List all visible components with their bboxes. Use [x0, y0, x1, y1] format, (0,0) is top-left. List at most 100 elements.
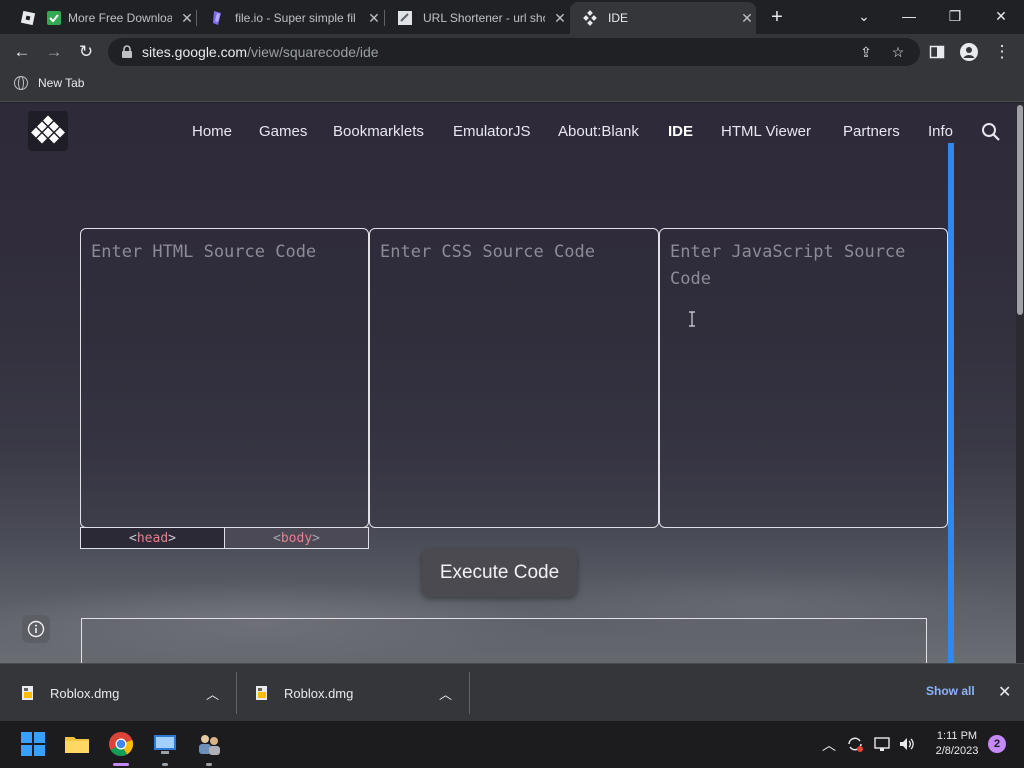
network-icon[interactable] [873, 735, 891, 753]
tab-title: IDE [608, 11, 629, 25]
js-placeholder: Enter JavaScript Source Code [670, 242, 906, 289]
tab-title: More Free Downloa [68, 11, 172, 25]
tab-title: URL Shortener - url sho [423, 11, 545, 25]
download-filename: Roblox.dmg [284, 685, 354, 701]
system-clock[interactable]: 1:11 PM 2/8/2023 [928, 729, 986, 759]
scrollbar-thumb[interactable] [1017, 105, 1023, 315]
tab-title: file.io - Super simple fil [235, 11, 356, 25]
close-tab-icon[interactable]: ✕ [551, 9, 569, 27]
nav-bookmarklets[interactable]: Bookmarklets [333, 123, 424, 140]
tag-close: > [312, 530, 320, 546]
close-tab-icon[interactable]: ✕ [178, 9, 196, 27]
tag-close: > [168, 530, 176, 546]
text-cursor-icon [689, 311, 695, 327]
new-tab-button[interactable]: + [766, 6, 788, 28]
tag-name: head [136, 530, 169, 546]
nav-info[interactable]: Info [928, 123, 953, 140]
fileio-icon [209, 10, 225, 26]
clock-time: 1:11 PM [936, 730, 978, 742]
notification-badge[interactable]: 2 [988, 735, 1006, 753]
nav-games[interactable]: Games [259, 123, 307, 140]
forward-button[interactable]: → [41, 39, 67, 65]
output-frame [81, 618, 927, 663]
sync-icon[interactable] [846, 735, 864, 753]
close-download-bar-icon[interactable]: ✕ [998, 682, 1011, 702]
file-icon [22, 686, 33, 700]
download-item-2[interactable]: Roblox.dmg [254, 664, 353, 722]
bookmark-star-icon[interactable]: ☆ [888, 42, 908, 62]
execute-code-button[interactable]: Execute Code [422, 549, 577, 597]
browser-tab-1[interactable]: More Free Downloa ✕ [8, 2, 196, 34]
search-icon[interactable] [980, 121, 1002, 143]
url-host: sites.google.com [142, 44, 248, 60]
url-path: /view/squarecode/ide [247, 44, 379, 60]
side-panel-icon[interactable] [924, 39, 950, 65]
nav-ide[interactable]: IDE [668, 123, 693, 140]
file-explorer-icon[interactable] [64, 731, 90, 757]
page-scrollbar[interactable] [1016, 103, 1024, 663]
info-icon[interactable] [22, 615, 50, 643]
css-placeholder: Enter CSS Source Code [380, 242, 595, 262]
users-app-icon[interactable] [196, 731, 222, 757]
close-tab-icon[interactable]: ✕ [738, 9, 756, 27]
tag-open: < [273, 530, 281, 546]
tag-open: < [129, 530, 137, 546]
html-editor[interactable]: Enter HTML Source Code [80, 228, 369, 528]
close-tab-icon[interactable]: ✕ [365, 9, 383, 27]
file-icon [256, 686, 267, 700]
chrome-icon[interactable] [108, 731, 134, 757]
page-content: Home Games Bookmarklets EmulatorJS About… [0, 103, 1024, 663]
url-shortener-icon [397, 10, 413, 26]
restore-button[interactable]: ❐ [941, 4, 969, 28]
chevron-up-tray-icon[interactable]: ︿ [822, 735, 836, 755]
url-text: sites.google.com/view/squarecode/ide [142, 44, 379, 60]
reload-button[interactable]: ↻ [73, 39, 99, 65]
browser-toolbar: ← → ↻ sites.google.com/view/squarecode/i… [0, 34, 1024, 70]
clock-date: 2/8/2023 [935, 745, 979, 757]
profile-icon[interactable] [956, 39, 982, 65]
lock-icon [122, 45, 132, 58]
nav-home[interactable]: Home [192, 123, 232, 140]
html-section-tabs: < head > < body > [80, 527, 369, 549]
bookmark-label: New Tab [38, 76, 85, 90]
windows-taskbar: ︿ 1:11 PM 2/8/2023 2 [0, 721, 1024, 768]
download-item-1[interactable]: Roblox.dmg [20, 664, 119, 722]
close-window-button[interactable]: ✕ [987, 4, 1015, 28]
volume-icon[interactable] [898, 735, 916, 753]
globe-icon [14, 76, 28, 90]
checkmark-icon [46, 10, 62, 26]
share-icon[interactable]: ⇪ [856, 42, 876, 62]
minimize-button[interactable]: — [895, 4, 923, 28]
tag-name: body [280, 530, 313, 546]
remote-desktop-icon[interactable] [152, 731, 178, 757]
browser-tab-2[interactable]: file.io - Super simple fil ✕ [197, 2, 383, 34]
nav-about-blank[interactable]: About:Blank [558, 123, 639, 140]
back-button[interactable]: ← [9, 39, 35, 65]
chevron-up-icon[interactable]: ︿ [439, 664, 452, 722]
squarecode-icon [582, 10, 598, 26]
windows-start-icon[interactable] [20, 731, 46, 757]
css-editor[interactable]: Enter CSS Source Code [369, 228, 659, 528]
tab-strip: More Free Downloa ✕ file.io - Super simp… [0, 0, 1024, 34]
address-bar[interactable]: sites.google.com/view/squarecode/ide ⇪ ☆ [108, 38, 920, 66]
tab-head[interactable]: < head > [81, 528, 225, 548]
download-bar: Roblox.dmg ︿ Roblox.dmg ︿ Show all ✕ [0, 663, 1024, 721]
html-placeholder: Enter HTML Source Code [91, 242, 317, 262]
accent-scroll-indicator [948, 143, 954, 663]
roblox-icon [20, 10, 36, 26]
tab-body[interactable]: < body > [225, 528, 368, 548]
nav-html-viewer[interactable]: HTML Viewer [721, 123, 811, 140]
nav-partners[interactable]: Partners [843, 123, 900, 140]
browser-tab-active[interactable]: IDE ✕ [570, 2, 756, 34]
menu-icon[interactable]: ⋮ [989, 39, 1015, 65]
bookmark-new-tab[interactable]: New Tab [14, 76, 84, 90]
download-filename: Roblox.dmg [50, 685, 120, 701]
nav-emulatorjs[interactable]: EmulatorJS [453, 123, 531, 140]
browser-tab-3[interactable]: URL Shortener - url sho ✕ [385, 2, 569, 34]
chevron-up-icon[interactable]: ︿ [206, 664, 219, 722]
tab-search-icon[interactable]: ⌄ [850, 4, 878, 28]
bookmarks-bar: New Tab [0, 70, 1024, 102]
show-all-link[interactable]: Show all [926, 684, 975, 698]
site-logo-icon[interactable] [28, 111, 68, 151]
js-editor[interactable]: Enter JavaScript Source Code [659, 228, 948, 528]
